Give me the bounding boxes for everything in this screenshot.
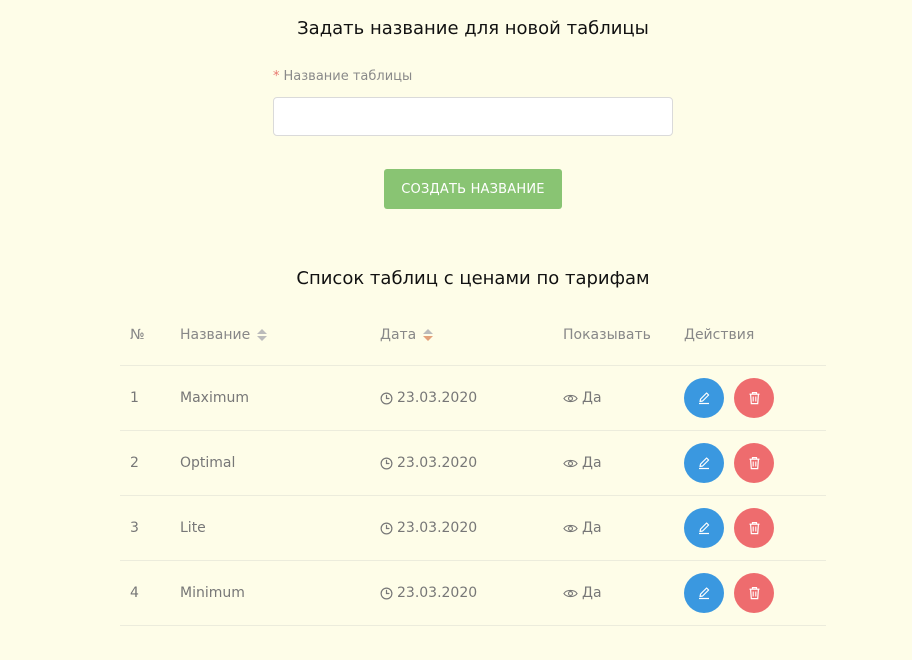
- edit-button[interactable]: [684, 378, 724, 418]
- edit-button[interactable]: [684, 573, 724, 613]
- col-actions-header: Действия: [684, 327, 754, 343]
- trash-icon: [749, 522, 759, 535]
- col-name-header[interactable]: Название: [180, 327, 268, 343]
- col-date-header[interactable]: Дата: [380, 327, 434, 343]
- row-date-text: 23.03.2020: [397, 455, 478, 471]
- row-name: Minimum: [180, 585, 245, 601]
- row-name: Optimal: [180, 455, 236, 471]
- row-name: Maximum: [180, 390, 249, 406]
- sort-icon[interactable]: [423, 329, 434, 341]
- row-show: Да: [563, 520, 602, 536]
- row-date: 23.03.2020: [380, 390, 477, 406]
- table-row: 3 Lite 23.03.2020 Да: [120, 496, 826, 561]
- row-show-text: Да: [582, 390, 602, 406]
- row-date: 23.03.2020: [380, 520, 477, 536]
- row-show-text: Да: [582, 585, 602, 601]
- eye-icon: [563, 524, 578, 532]
- col-actions-label: Действия: [684, 327, 755, 343]
- row-date-text: 23.03.2020: [397, 390, 478, 406]
- row-num: 2: [130, 455, 139, 471]
- clock-icon: [380, 457, 393, 469]
- table-name-label-text: Название таблицы: [283, 69, 413, 84]
- table-header: № Название Дата Показывать Действия: [120, 305, 826, 366]
- pencil-icon: [699, 522, 710, 535]
- trash-icon: [749, 457, 759, 470]
- col-num-header: №: [130, 327, 145, 343]
- create-name-button[interactable]: СОЗДАТЬ НАЗВАНИЕ: [384, 169, 562, 209]
- row-actions: [684, 443, 784, 483]
- table-name-label: * Название таблицы: [273, 69, 412, 84]
- clock-icon: [380, 587, 393, 599]
- row-date: 23.03.2020: [380, 455, 477, 471]
- row-num: 4: [130, 585, 139, 601]
- col-show-label: Показывать: [563, 327, 651, 343]
- trash-icon: [749, 392, 759, 405]
- delete-button[interactable]: [734, 378, 774, 418]
- delete-button[interactable]: [734, 508, 774, 548]
- table-row: 1 Maximum 23.03.2020 Да: [120, 366, 826, 431]
- row-show: Да: [563, 390, 602, 406]
- row-date-text: 23.03.2020: [397, 585, 478, 601]
- row-num: 3: [130, 520, 139, 536]
- eye-icon: [563, 589, 578, 597]
- clock-icon: [380, 392, 393, 404]
- row-num: 1: [130, 390, 139, 406]
- edit-button[interactable]: [684, 508, 724, 548]
- form-title: Задать название для новой таблицы: [297, 18, 649, 39]
- sort-icon[interactable]: [257, 329, 268, 341]
- col-num-label: №: [130, 327, 145, 343]
- col-name-label: Название: [180, 327, 251, 343]
- row-show-text: Да: [582, 520, 602, 536]
- row-date-text: 23.03.2020: [397, 520, 478, 536]
- delete-button[interactable]: [734, 443, 774, 483]
- row-name: Lite: [180, 520, 206, 536]
- row-show: Да: [563, 585, 602, 601]
- pencil-icon: [699, 587, 710, 600]
- row-actions: [684, 573, 784, 613]
- table-name-input[interactable]: [273, 97, 673, 136]
- list-title: Список таблиц с ценами по тарифам: [296, 268, 650, 289]
- pencil-icon: [699, 457, 710, 470]
- col-show-header: Показывать: [563, 327, 651, 343]
- row-actions: [684, 378, 784, 418]
- delete-button[interactable]: [734, 573, 774, 613]
- eye-icon: [563, 459, 578, 467]
- clock-icon: [380, 522, 393, 534]
- row-show: Да: [563, 455, 602, 471]
- trash-icon: [749, 587, 759, 600]
- col-date-label: Дата: [380, 327, 417, 343]
- row-show-text: Да: [582, 455, 602, 471]
- row-actions: [684, 508, 784, 548]
- eye-icon: [563, 394, 578, 402]
- row-date: 23.03.2020: [380, 585, 477, 601]
- pencil-icon: [699, 392, 710, 405]
- table-row: 2 Optimal 23.03.2020 Да: [120, 431, 826, 496]
- table-row: 4 Minimum 23.03.2020 Да: [120, 561, 826, 626]
- edit-button[interactable]: [684, 443, 724, 483]
- tables-list: № Название Дата Показывать Действия 1 Ma…: [120, 305, 826, 626]
- required-mark: *: [273, 69, 280, 84]
